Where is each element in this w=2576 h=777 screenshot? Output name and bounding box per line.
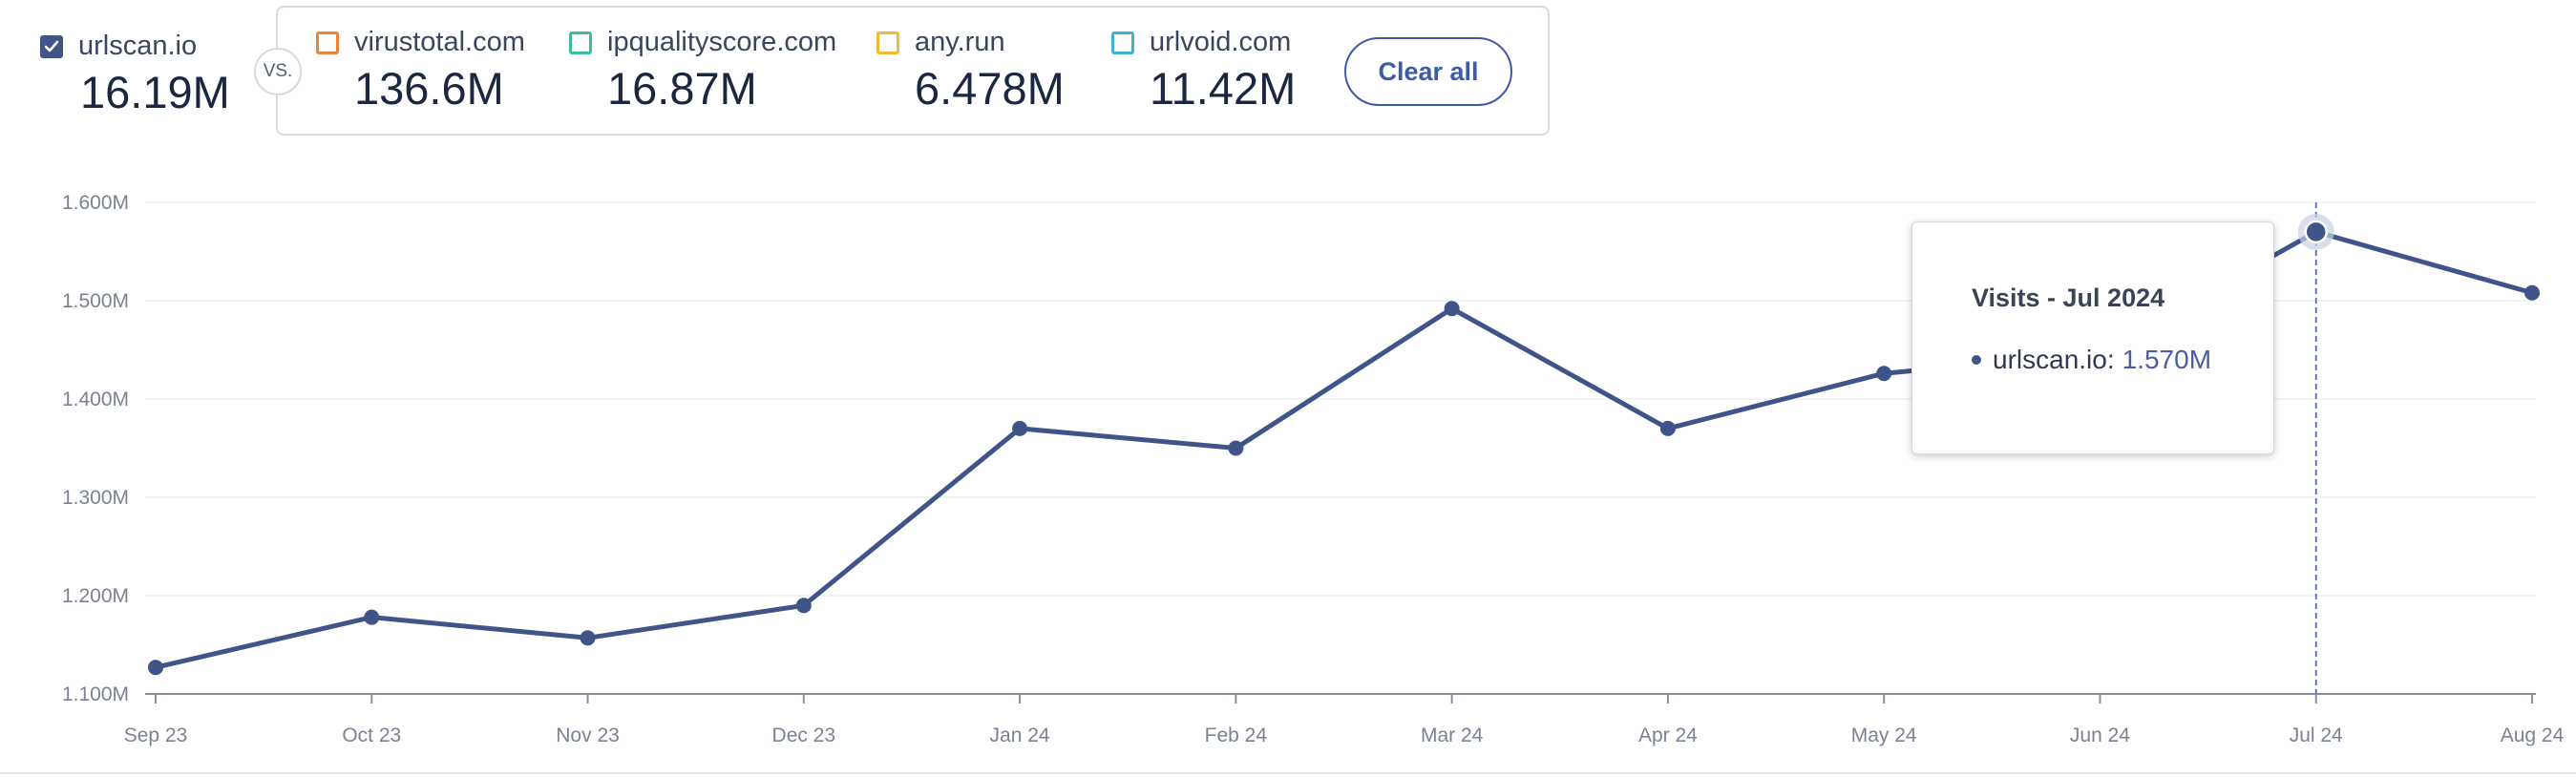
- competitor-value: 16.87M: [607, 63, 757, 114]
- x-tick-label: Aug 24: [2501, 724, 2565, 746]
- competitor-item-urlvoid: urlvoid.com 11.42M: [1111, 27, 1296, 115]
- competitor-checkbox[interactable]: [569, 31, 592, 54]
- series-dot-icon: [1972, 355, 1981, 365]
- x-tick-label: Oct 23: [342, 724, 401, 746]
- tooltip-series-value: 1.570M: [2122, 345, 2212, 374]
- competitor-checkbox[interactable]: [876, 31, 899, 54]
- tooltip-title: Visits - Jul 2024: [1972, 284, 2165, 312]
- data-point: [795, 598, 812, 614]
- x-tick-label: Jul 24: [2290, 724, 2343, 746]
- y-tick-label: 1.200M: [62, 585, 129, 607]
- data-point: [1876, 366, 1892, 382]
- competitor-name[interactable]: ipqualityscore.com: [607, 27, 836, 58]
- tooltip-series-row: urlscan.io: 1.570M: [1972, 345, 2211, 375]
- competitor-item-anyrun: any.run 6.478M: [876, 27, 1065, 115]
- x-tick-label: Dec 23: [772, 724, 836, 746]
- data-point: [1228, 440, 1244, 456]
- y-tick-label: 1.400M: [62, 388, 129, 410]
- competitor-value: 11.42M: [1150, 63, 1297, 114]
- chart-tooltip: Visits - Jul 2024 urlscan.io: 1.570M: [1911, 221, 2274, 454]
- y-tick-label: 1.500M: [62, 290, 129, 312]
- competitor-name[interactable]: virustotal.com: [354, 27, 525, 58]
- y-tick-label: 1.600M: [62, 192, 129, 214]
- competitor-name[interactable]: any.run: [915, 27, 1005, 58]
- competitor-checkbox[interactable]: [316, 31, 339, 54]
- competitor-name[interactable]: urlvoid.com: [1150, 27, 1291, 58]
- tooltip-series-label: urlscan.io:: [1993, 345, 2115, 374]
- data-point: [1659, 420, 1676, 436]
- x-tick-label: May 24: [1851, 724, 1917, 746]
- competitor-value: 6.478M: [915, 63, 1065, 114]
- data-point-highlighted: [2304, 220, 2328, 244]
- competitor-checkbox[interactable]: [1111, 31, 1134, 54]
- x-tick-label: Feb 24: [1205, 724, 1268, 746]
- x-tick-label: Jan 24: [990, 724, 1050, 746]
- data-point: [580, 630, 596, 646]
- data-point: [2524, 284, 2540, 301]
- clear-all-button[interactable]: Clear all: [1344, 37, 1512, 106]
- data-point: [148, 660, 163, 676]
- x-tick-label: Jun 24: [2070, 724, 2130, 746]
- x-tick-label: Nov 23: [556, 724, 620, 746]
- competitor-compare-box: virustotal.com 136.6M ipqualityscore.com…: [276, 6, 1550, 136]
- x-tick-label: Apr 24: [1638, 724, 1698, 746]
- competitor-item-virustotal: virustotal.com 136.6M: [316, 27, 525, 115]
- competitor-item-ipqualityscore: ipqualityscore.com 16.87M: [569, 27, 836, 115]
- data-point: [1444, 301, 1460, 317]
- data-point: [1012, 420, 1028, 436]
- data-point: [364, 609, 380, 625]
- vs-badge: VS.: [254, 48, 302, 95]
- x-tick-label: Mar 24: [1421, 724, 1484, 746]
- y-tick-label: 1.300M: [62, 487, 129, 509]
- x-tick-label: Sep 23: [124, 724, 188, 746]
- y-tick-label: 1.100M: [62, 683, 129, 705]
- competitor-value: 136.6M: [354, 63, 504, 114]
